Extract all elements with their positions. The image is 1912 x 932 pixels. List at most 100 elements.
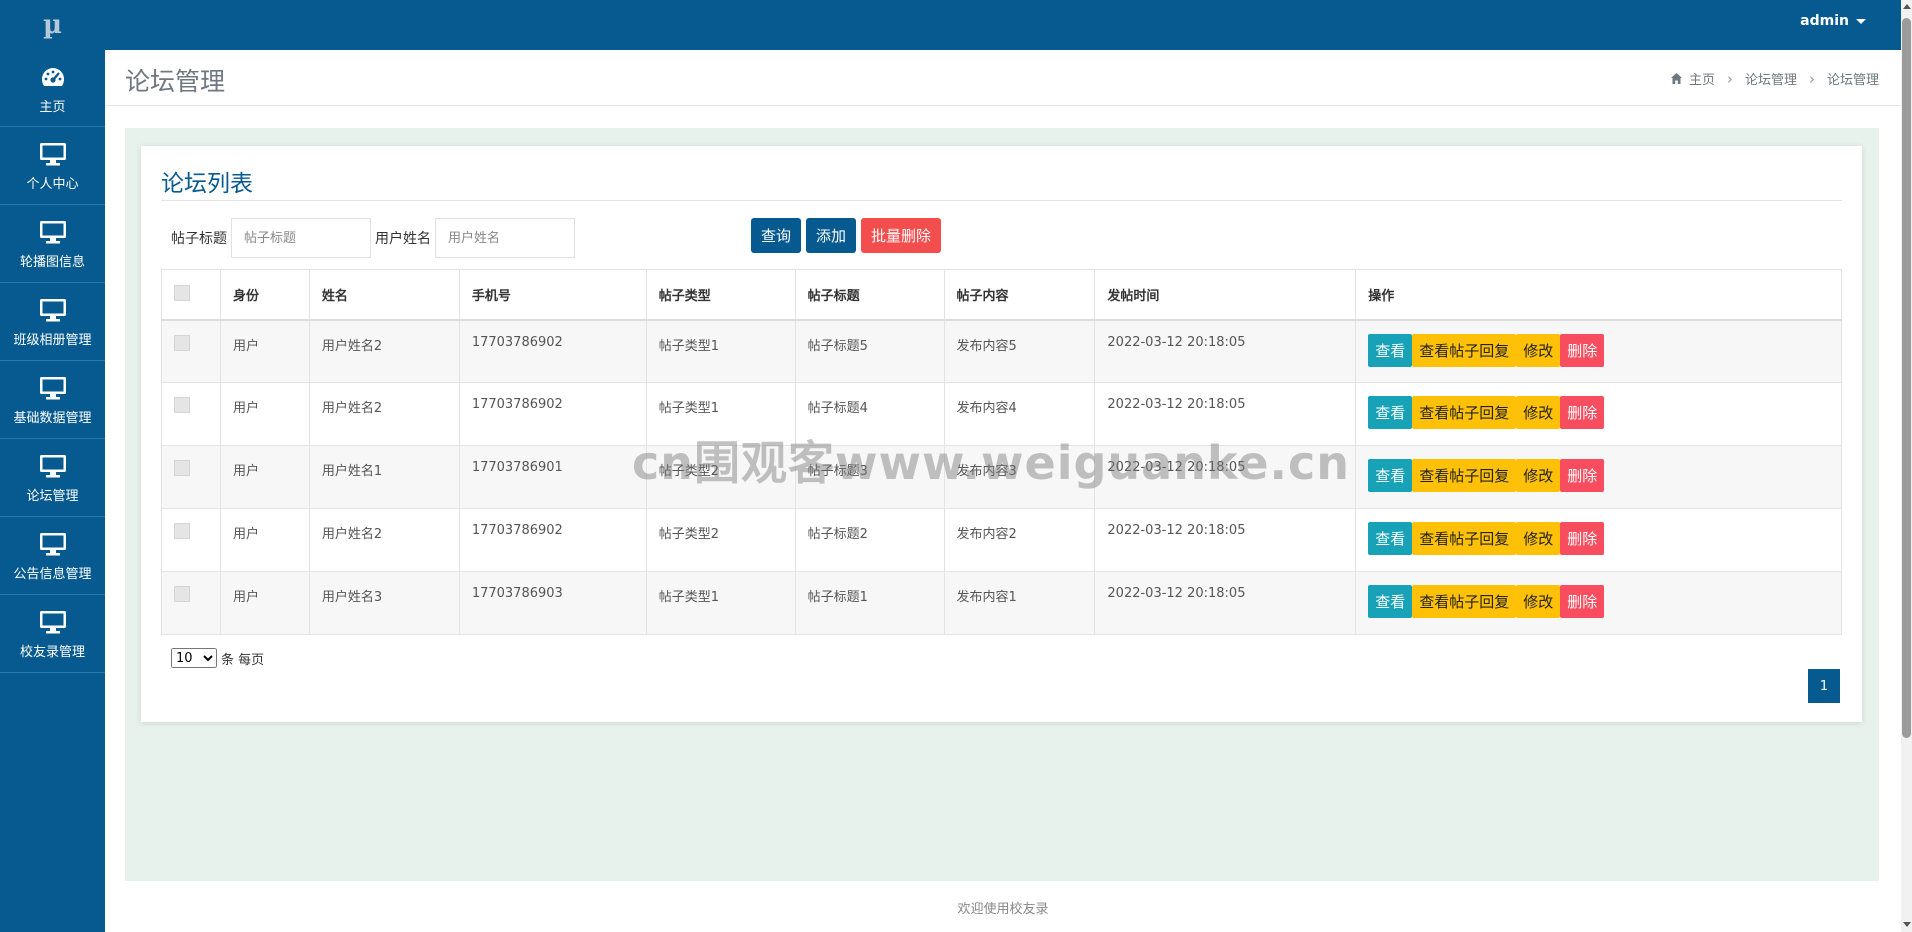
cell-name: 用户姓名3 xyxy=(308,571,460,635)
cell-actions: 查看 查看帖子回复 修改 删除 xyxy=(1355,508,1842,572)
page-size-select[interactable]: 10 xyxy=(171,648,217,668)
cell-content: 发布内容3 xyxy=(943,445,1096,509)
view-button[interactable]: 查看 xyxy=(1368,459,1413,492)
add-button[interactable]: 添加 xyxy=(806,218,857,253)
breadcrumb-home[interactable]: 主页 xyxy=(1689,69,1715,88)
row-checkbox[interactable] xyxy=(174,523,190,539)
cell-name: 用户姓名1 xyxy=(308,445,460,509)
cell-type: 帖子类型1 xyxy=(645,571,796,635)
row-checkbox[interactable] xyxy=(174,460,190,476)
view-replies-button[interactable]: 查看帖子回复 xyxy=(1412,396,1517,429)
post-title-input[interactable] xyxy=(231,218,371,258)
page-header: 论坛管理 主页 › 论坛管理 › 论坛管理 xyxy=(105,50,1901,106)
cell-time: 2022-03-12 20:18:05 xyxy=(1094,382,1357,446)
view-replies-button[interactable]: 查看帖子回复 xyxy=(1412,333,1517,367)
column-header: 帖子标题 xyxy=(794,269,945,321)
cell-time: 2022-03-12 20:18:05 xyxy=(1094,445,1357,509)
chevron-right-icon: › xyxy=(1726,69,1733,88)
select-all-checkbox[interactable] xyxy=(174,285,190,302)
cell-content: 发布内容4 xyxy=(943,382,1096,446)
cell-type: 帖子类型1 xyxy=(645,319,796,383)
cell-time: 2022-03-12 20:18:05 xyxy=(1094,319,1357,383)
cell-content: 发布内容5 xyxy=(943,319,1096,383)
column-header: 姓名 xyxy=(308,269,460,321)
sidebar: 主页 个人中心 轮播图信息 班级相册管理 基础数据管理 论坛管理 公告信息管理 … xyxy=(0,50,105,932)
cell-role: 用户 xyxy=(219,508,310,572)
monitor-icon xyxy=(38,607,68,637)
divider xyxy=(161,200,1842,201)
sidebar-item-basic-data[interactable]: 基础数据管理 xyxy=(0,361,105,439)
brand-logo[interactable]: µ xyxy=(0,0,105,50)
cell-title: 帖子标题3 xyxy=(794,445,945,509)
row-select-cell xyxy=(161,382,221,446)
sidebar-item-forum[interactable]: 论坛管理 xyxy=(0,439,105,517)
user-menu[interactable]: admin xyxy=(1800,13,1866,29)
user-name-input[interactable] xyxy=(435,218,575,258)
sidebar-item-notice[interactable]: 公告信息管理 xyxy=(0,517,105,595)
view-button[interactable]: 查看 xyxy=(1368,396,1413,429)
cell-type: 帖子类型1 xyxy=(645,382,796,446)
cell-role: 用户 xyxy=(219,445,310,509)
scroll-down-icon[interactable] xyxy=(1903,922,1911,927)
breadcrumb-section[interactable]: 论坛管理 xyxy=(1745,69,1797,88)
home-icon xyxy=(1670,73,1682,84)
row-checkbox[interactable] xyxy=(174,334,190,351)
view-replies-button[interactable]: 查看帖子回复 xyxy=(1412,522,1517,555)
cell-phone: 17703786902 xyxy=(458,382,647,446)
cell-actions: 查看 查看帖子回复 修改 删除 xyxy=(1355,445,1842,509)
delete-button[interactable]: 删除 xyxy=(1560,396,1605,429)
monitor-icon xyxy=(38,139,68,169)
forum-list-card: 论坛列表 帖子标题 用户姓名 查询 添加 批量删除 身份 姓名 手机号 帖子类型 xyxy=(141,146,1862,722)
cell-phone: 17703786901 xyxy=(458,445,647,509)
cell-title: 帖子标题4 xyxy=(794,382,945,446)
view-button[interactable]: 查看 xyxy=(1368,333,1413,367)
edit-button[interactable]: 修改 xyxy=(1516,522,1561,555)
cell-name: 用户姓名2 xyxy=(308,319,460,383)
top-bar: µ admin xyxy=(0,0,1912,50)
cell-actions: 查看 查看帖子回复 修改 删除 xyxy=(1355,319,1842,383)
sidebar-item-profile[interactable]: 个人中心 xyxy=(0,127,105,205)
delete-button[interactable]: 删除 xyxy=(1560,333,1605,367)
cell-name: 用户姓名2 xyxy=(308,508,460,572)
cell-role: 用户 xyxy=(219,382,310,446)
edit-button[interactable]: 修改 xyxy=(1516,585,1561,618)
chevron-right-icon: › xyxy=(1808,69,1815,88)
column-header: 帖子内容 xyxy=(943,269,1096,321)
edit-button[interactable]: 修改 xyxy=(1516,459,1561,492)
cell-title: 帖子标题1 xyxy=(794,571,945,635)
sidebar-item-label: 班级相册管理 xyxy=(13,333,92,348)
sidebar-item-alumni[interactable]: 校友录管理 xyxy=(0,595,105,673)
view-button[interactable]: 查看 xyxy=(1368,585,1413,618)
cell-phone: 17703786903 xyxy=(458,571,647,635)
sidebar-item-carousel[interactable]: 轮播图信息 xyxy=(0,205,105,283)
edit-button[interactable]: 修改 xyxy=(1516,333,1561,367)
sidebar-item-album[interactable]: 班级相册管理 xyxy=(0,283,105,361)
view-button[interactable]: 查看 xyxy=(1368,522,1413,555)
monitor-icon xyxy=(38,217,68,247)
page-size-label: 条 每页 xyxy=(221,652,265,668)
page-button[interactable]: 1 xyxy=(1808,669,1840,703)
table-header-row: 身份 姓名 手机号 帖子类型 帖子标题 帖子内容 发帖时间 操作 xyxy=(161,269,1842,321)
table-row: 用户 用户姓名2 17703786902 帖子类型1 帖子标题4 发布内容4 2… xyxy=(161,382,1842,446)
row-checkbox[interactable] xyxy=(174,397,190,413)
edit-button[interactable]: 修改 xyxy=(1516,396,1561,429)
cell-role: 用户 xyxy=(219,319,310,383)
row-checkbox[interactable] xyxy=(174,586,190,602)
delete-button[interactable]: 删除 xyxy=(1560,522,1605,555)
query-button[interactable]: 查询 xyxy=(751,218,802,253)
scroll-up-icon[interactable] xyxy=(1903,4,1911,9)
view-replies-button[interactable]: 查看帖子回复 xyxy=(1412,585,1517,618)
cell-role: 用户 xyxy=(219,571,310,635)
monitor-icon xyxy=(38,451,68,481)
column-header: 发帖时间 xyxy=(1094,269,1357,321)
sidebar-item-home[interactable]: 主页 xyxy=(0,50,105,127)
column-header: 帖子类型 xyxy=(645,269,796,321)
cell-name: 用户姓名2 xyxy=(308,382,460,446)
delete-button[interactable]: 删除 xyxy=(1560,585,1605,618)
delete-button[interactable]: 删除 xyxy=(1560,459,1605,492)
view-replies-button[interactable]: 查看帖子回复 xyxy=(1412,459,1517,492)
batch-delete-button[interactable]: 批量删除 xyxy=(861,218,942,253)
scrollbar-thumb[interactable] xyxy=(1902,18,1911,738)
page-title: 论坛管理 xyxy=(125,67,226,96)
row-select-cell xyxy=(161,445,221,509)
